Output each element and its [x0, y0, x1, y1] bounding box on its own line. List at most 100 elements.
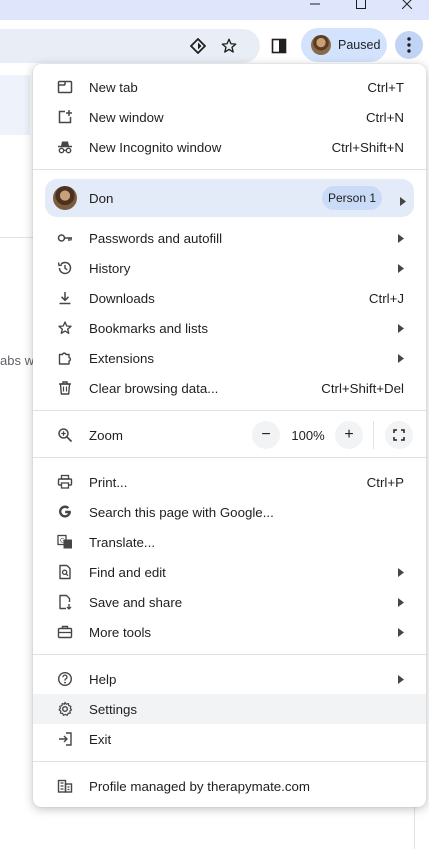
menu-label: Passwords and autofill	[89, 230, 223, 246]
menu-new-incognito[interactable]: New Incognito window Ctrl+Shift+N	[33, 132, 426, 162]
avatar	[53, 186, 77, 210]
menu-exit[interactable]: Exit	[33, 724, 426, 754]
svg-text:G: G	[60, 538, 65, 545]
menu-translate[interactable]: G Translate...	[33, 527, 426, 557]
bookmark-star-button[interactable]	[215, 32, 243, 60]
shortcut-text: Ctrl+P	[366, 474, 404, 490]
menu-separator	[33, 410, 426, 411]
save-share-icon	[57, 594, 73, 610]
shortcut-text: Ctrl+Shift+N	[331, 139, 404, 155]
help-icon	[57, 671, 73, 687]
gear-icon	[57, 701, 73, 717]
close-button[interactable]	[384, 0, 429, 14]
menu-label: Help	[89, 671, 117, 687]
zoom-label: Zoom	[89, 428, 123, 443]
page-card	[0, 75, 30, 135]
menu-new-tab[interactable]: New tab Ctrl+T	[33, 72, 426, 102]
zoom-divider	[373, 421, 374, 449]
menu-label: New tab	[89, 79, 138, 95]
menu-more-tools[interactable]: More tools	[33, 617, 426, 647]
chrome-menu: New tab Ctrl+T New window Ctrl+N New Inc…	[33, 64, 426, 807]
new-tab-icon	[57, 79, 73, 95]
zoom-level: 100%	[291, 428, 325, 443]
menu-search-page[interactable]: Search this page with Google...	[33, 497, 426, 527]
profile-badge: Person 1	[322, 186, 382, 210]
incognito-icon	[57, 139, 73, 155]
chevron-right-icon	[398, 263, 406, 273]
history-icon	[57, 260, 73, 276]
menu-separator	[33, 761, 426, 762]
trash-icon	[57, 380, 73, 396]
menu-label: Settings	[89, 701, 138, 717]
menu-extensions[interactable]: Extensions	[33, 343, 426, 373]
download-icon	[57, 290, 73, 306]
menu-save-share[interactable]: Save and share	[33, 587, 426, 617]
menu-label: Search this page with Google...	[89, 504, 274, 520]
menu-label: Extensions	[89, 350, 155, 366]
profile-name: Don	[89, 191, 114, 206]
minimize-icon	[310, 3, 320, 5]
menu-label: Find and edit	[89, 564, 166, 580]
menu-label: History	[89, 260, 131, 276]
menu-separator	[33, 169, 426, 170]
zoom-in-button[interactable]: +	[335, 421, 363, 449]
exit-icon	[57, 731, 73, 747]
menu-downloads[interactable]: Downloads Ctrl+J	[33, 283, 426, 313]
menu-find-edit[interactable]: Find and edit	[33, 557, 426, 587]
shortcut-text: Ctrl+Shift+Del	[321, 380, 404, 396]
menu-clear-browsing-data[interactable]: Clear browsing data... Ctrl+Shift+Del	[33, 373, 426, 403]
shortcut-text: Ctrl+N	[365, 109, 404, 125]
building-icon	[57, 778, 73, 794]
minus-icon: −	[261, 426, 271, 443]
chevron-right-icon	[398, 323, 406, 333]
menu-bookmarks[interactable]: Bookmarks and lists	[33, 313, 426, 343]
menu-label: Clear browsing data...	[89, 380, 219, 396]
menu-label: Profile managed by therapymate.com	[89, 778, 310, 794]
minimize-button[interactable]	[292, 0, 338, 14]
menu-separator	[33, 654, 426, 655]
maximize-icon	[356, 0, 366, 9]
lens-button[interactable]	[184, 32, 212, 60]
menu-label: Translate...	[89, 534, 156, 550]
menu-passwords[interactable]: Passwords and autofill	[33, 223, 426, 253]
menu-label: Exit	[89, 731, 112, 747]
chrome-menu-button[interactable]	[395, 31, 423, 59]
more-vert-icon	[407, 37, 411, 53]
shortcut-text: Ctrl+T	[367, 79, 404, 95]
lens-icon	[190, 38, 206, 54]
menu-help[interactable]: Help	[33, 664, 426, 694]
menu-zoom-row: Zoom − 100% +	[33, 418, 426, 452]
printer-icon	[57, 474, 73, 490]
maximize-button[interactable]	[338, 0, 384, 14]
menu-settings[interactable]: Settings	[33, 694, 426, 724]
chevron-right-icon	[398, 353, 406, 363]
key-icon	[57, 230, 73, 246]
avatar	[311, 35, 331, 55]
side-panel-icon	[271, 38, 287, 54]
chevron-right-icon	[398, 597, 406, 607]
menu-label: New window	[89, 109, 164, 125]
menu-label: Bookmarks and lists	[89, 320, 208, 336]
find-in-page-icon	[57, 564, 73, 580]
menu-history[interactable]: History	[33, 253, 426, 283]
plus-icon: +	[344, 426, 354, 443]
chevron-right-icon	[400, 193, 406, 211]
puzzle-icon	[57, 350, 73, 366]
menu-separator	[33, 457, 426, 458]
menu-label: Save and share	[89, 594, 183, 610]
menu-label: New Incognito window	[89, 139, 222, 155]
menu-managed-profile[interactable]: Profile managed by therapymate.com	[33, 771, 426, 801]
profile-status: Paused	[338, 38, 381, 52]
menu-profile-row[interactable]: Don Person 1	[45, 179, 414, 217]
toolbox-icon	[57, 624, 73, 640]
title-bar	[0, 0, 429, 20]
profile-button[interactable]: Paused	[301, 28, 387, 62]
zoom-out-button[interactable]: −	[252, 421, 280, 449]
menu-print[interactable]: Print... Ctrl+P	[33, 467, 426, 497]
chevron-right-icon	[398, 233, 406, 243]
fullscreen-button[interactable]	[385, 421, 413, 449]
menu-label: Print...	[89, 474, 128, 490]
side-panel-button[interactable]	[265, 32, 293, 60]
menu-new-window[interactable]: New window Ctrl+N	[33, 102, 426, 132]
page-text-fragment: abs wi	[0, 353, 37, 368]
